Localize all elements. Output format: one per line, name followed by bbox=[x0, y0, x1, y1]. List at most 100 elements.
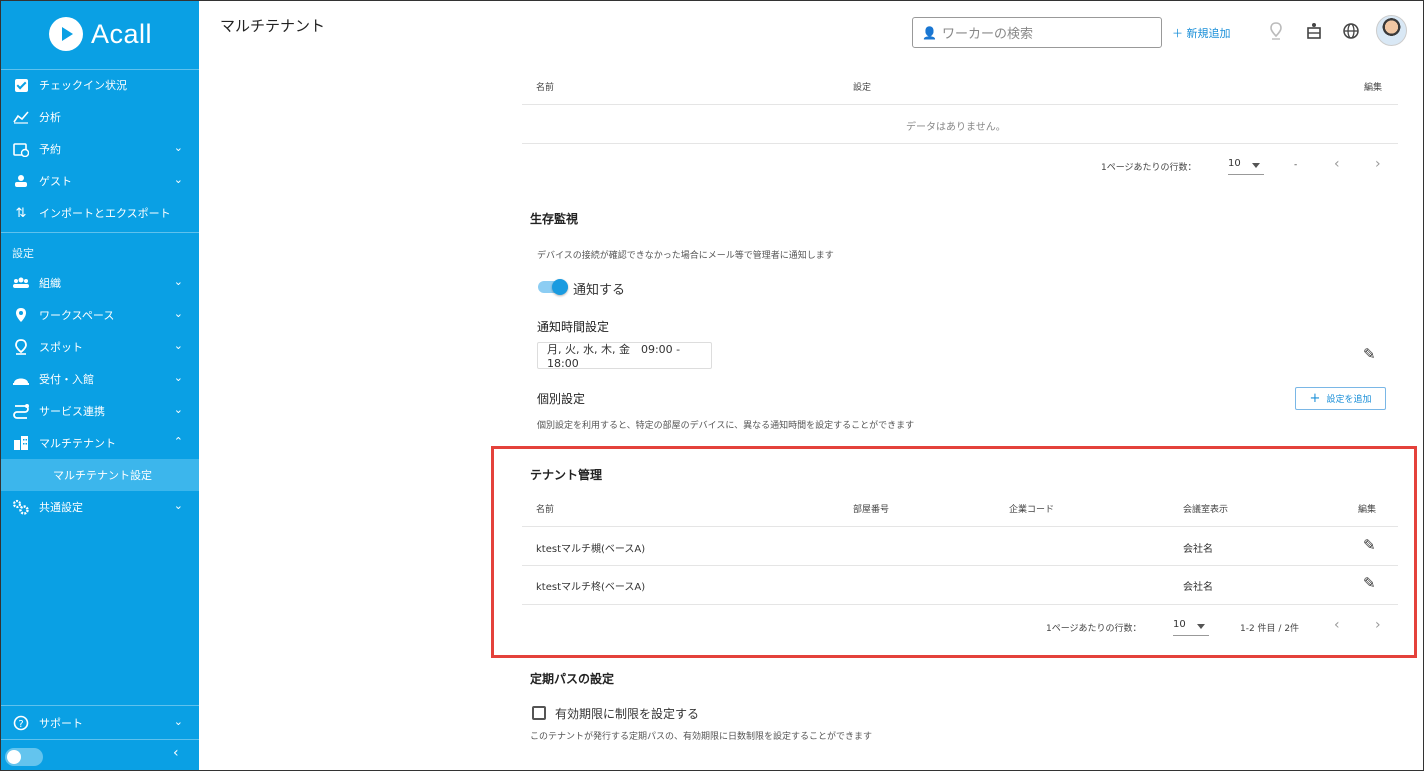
tenant-row-display: 会社名 bbox=[1183, 582, 1213, 593]
sidebar-item-analytics[interactable]: 分析 bbox=[1, 101, 199, 133]
expiry-limit-checkbox[interactable] bbox=[532, 706, 546, 720]
chevron-down-icon[interactable]: ⌄ bbox=[174, 173, 183, 186]
sidebar-divider bbox=[1, 232, 199, 233]
new-add-button[interactable]: ＋ 新規追加 bbox=[1172, 25, 1231, 41]
chevron-down-icon[interactable]: ⌄ bbox=[174, 403, 183, 416]
tenant-row-display: 会社名 bbox=[1183, 544, 1213, 555]
acall-logo-icon bbox=[49, 17, 83, 51]
sidebar-item-spot[interactable]: スポット ⌄ bbox=[1, 331, 199, 363]
chevron-down-icon[interactable]: ⌄ bbox=[174, 339, 183, 352]
sidebar-item-label: 分析 bbox=[39, 111, 61, 124]
guest-icon bbox=[12, 172, 30, 190]
page-range: - bbox=[1294, 160, 1298, 170]
table-header-name: 名前 bbox=[536, 505, 555, 515]
sidebar-item-common-settings[interactable]: 共通設定 ⌄ bbox=[1, 491, 199, 523]
sidebar-item-label: 受付・入館 bbox=[39, 373, 94, 386]
individual-settings-description: 個別設定を利用すると、特定の部屋のデバイスに、異なる通知時間を設定することができ… bbox=[537, 421, 915, 431]
tenant-management-title: テナント管理 bbox=[530, 468, 603, 482]
table-header-room-display: 会議室表示 bbox=[1183, 505, 1229, 515]
building-icon bbox=[12, 434, 30, 452]
rows-per-page-value: 10 bbox=[1173, 619, 1186, 630]
notify-time-chip[interactable]: 月, 火, 水, 木, 金 09:00 - 18:00 bbox=[537, 342, 712, 370]
chevron-down-icon[interactable]: ⌄ bbox=[174, 371, 183, 384]
caret-down-icon bbox=[1197, 624, 1205, 629]
sidebar-item-workspace[interactable]: ワークスペース ⌄ bbox=[1, 299, 199, 331]
pass-settings-title: 定期パスの設定 bbox=[530, 672, 615, 686]
sidebar-item-import-export[interactable]: ⇅ インポートとエクスポート bbox=[1, 197, 199, 229]
rows-per-page-select[interactable]: 10 bbox=[1173, 619, 1209, 636]
tenant-row-name: ktestマルチ槻(ベースA) bbox=[536, 544, 646, 555]
tenant-row-name: ktestマルチ柊(ベースA) bbox=[536, 582, 646, 593]
worker-search-input[interactable]: 👤 ワーカーの検索 bbox=[912, 17, 1162, 48]
sidebar-item-reception[interactable]: 受付・入館 ⌄ bbox=[1, 363, 199, 395]
monitoring-description: デバイスの接続が確認できなかった場合にメール等で管理者に通知します bbox=[537, 251, 834, 261]
table-header-settings: 設定 bbox=[853, 83, 872, 93]
edit-pencil-icon[interactable]: ✎ bbox=[1363, 574, 1376, 592]
notify-time-title: 通知時間設定 bbox=[537, 320, 610, 334]
pass-description: このテナントが発行する定期パスの、有効期限に日数制限を設定することができます bbox=[530, 732, 873, 742]
sidebar-item-service-link[interactable]: サービス連携 ⌄ bbox=[1, 395, 199, 427]
sidebar: Acall チェックイン状況 分析 予約 ⌄ ゲスト ⌄ ⇅ インポートとエクス… bbox=[1, 1, 199, 770]
acall-logo[interactable]: Acall bbox=[49, 17, 152, 51]
chevron-down-icon[interactable]: ⌄ bbox=[174, 715, 183, 728]
sidebar-item-support[interactable]: ? サポート ⌄ bbox=[1, 707, 199, 739]
reception-icon[interactable] bbox=[1306, 22, 1322, 44]
sidebar-item-label: スポット bbox=[39, 341, 83, 354]
sidebar-divider bbox=[1, 739, 199, 740]
notify-toggle[interactable] bbox=[538, 279, 568, 295]
search-placeholder: ワーカーの検索 bbox=[941, 27, 1033, 42]
table-divider bbox=[522, 565, 1398, 566]
chevron-down-icon[interactable]: ⌄ bbox=[174, 275, 183, 288]
chart-icon bbox=[12, 108, 30, 126]
table-header-room: 部屋番号 bbox=[853, 505, 890, 515]
page-range: 1-2 件目 / 2件 bbox=[1240, 624, 1300, 634]
edit-pencil-icon[interactable]: ✎ bbox=[1363, 536, 1376, 554]
chevron-down-icon[interactable]: ⌄ bbox=[174, 141, 183, 154]
sidebar-item-multitenant-settings[interactable]: マルチテナント設定 bbox=[1, 459, 199, 491]
edit-pencil-icon[interactable]: ✎ bbox=[1363, 345, 1376, 363]
calendar-icon bbox=[12, 140, 30, 158]
user-avatar[interactable] bbox=[1376, 15, 1407, 46]
svg-text:?: ? bbox=[18, 719, 23, 730]
spot-pin-icon bbox=[12, 338, 30, 356]
rows-per-page-label: 1ページあたりの行数： bbox=[1046, 624, 1142, 634]
sidebar-item-label: インポートとエクスポート bbox=[39, 207, 171, 220]
sidebar-item-multitenant[interactable]: マルチテナント ⌃ bbox=[1, 427, 199, 459]
rows-per-page-select[interactable]: 10 bbox=[1228, 158, 1264, 175]
sidebar-item-checkin[interactable]: チェックイン状況 bbox=[1, 69, 199, 101]
sidebar-item-reservation[interactable]: 予約 ⌄ bbox=[1, 133, 199, 165]
page-title: マルチテナント bbox=[220, 17, 326, 35]
prev-page-icon[interactable]: ‹ bbox=[1334, 156, 1340, 172]
globe-icon[interactable] bbox=[1342, 22, 1360, 44]
table-header-edit: 編集 bbox=[1364, 83, 1383, 93]
chevron-down-icon[interactable]: ⌄ bbox=[174, 499, 183, 512]
chevron-up-icon[interactable]: ⌃ bbox=[174, 435, 183, 448]
reception-bell-icon bbox=[12, 370, 30, 388]
collapse-sidebar-icon[interactable]: ‹ bbox=[173, 745, 179, 761]
sidebar-item-organization[interactable]: 組織 ⌄ bbox=[1, 267, 199, 299]
sidebar-item-label: 共通設定 bbox=[39, 501, 83, 514]
rows-per-page-label: 1ページあたりの行数： bbox=[1101, 163, 1197, 173]
sidebar-item-label: 組織 bbox=[39, 277, 61, 290]
prev-page-icon[interactable]: ‹ bbox=[1334, 617, 1340, 633]
sidebar-item-label: チェックイン状況 bbox=[39, 79, 127, 92]
location-pin-icon bbox=[12, 306, 30, 324]
import-export-icon: ⇅ bbox=[15, 205, 27, 221]
gears-icon bbox=[12, 498, 30, 516]
people-icon bbox=[12, 274, 30, 292]
table-header-company-code: 企業コード bbox=[1009, 505, 1055, 515]
sidebar-item-guest[interactable]: ゲスト ⌄ bbox=[1, 165, 199, 197]
logo-text: Acall bbox=[91, 18, 153, 49]
plus-icon: + bbox=[1309, 391, 1321, 406]
service-link-icon bbox=[12, 402, 30, 420]
rows-per-page-value: 10 bbox=[1228, 158, 1241, 169]
empty-state-text: データはありません。 bbox=[906, 122, 1006, 133]
location-icon[interactable] bbox=[1269, 22, 1283, 44]
theme-toggle[interactable] bbox=[5, 748, 43, 766]
table-divider bbox=[522, 526, 1398, 527]
chevron-down-icon[interactable]: ⌄ bbox=[174, 307, 183, 320]
add-setting-button[interactable]: + 設定を追加 bbox=[1295, 387, 1386, 410]
next-page-icon[interactable]: › bbox=[1375, 617, 1381, 633]
table-divider bbox=[522, 104, 1398, 105]
next-page-icon[interactable]: › bbox=[1375, 156, 1381, 172]
